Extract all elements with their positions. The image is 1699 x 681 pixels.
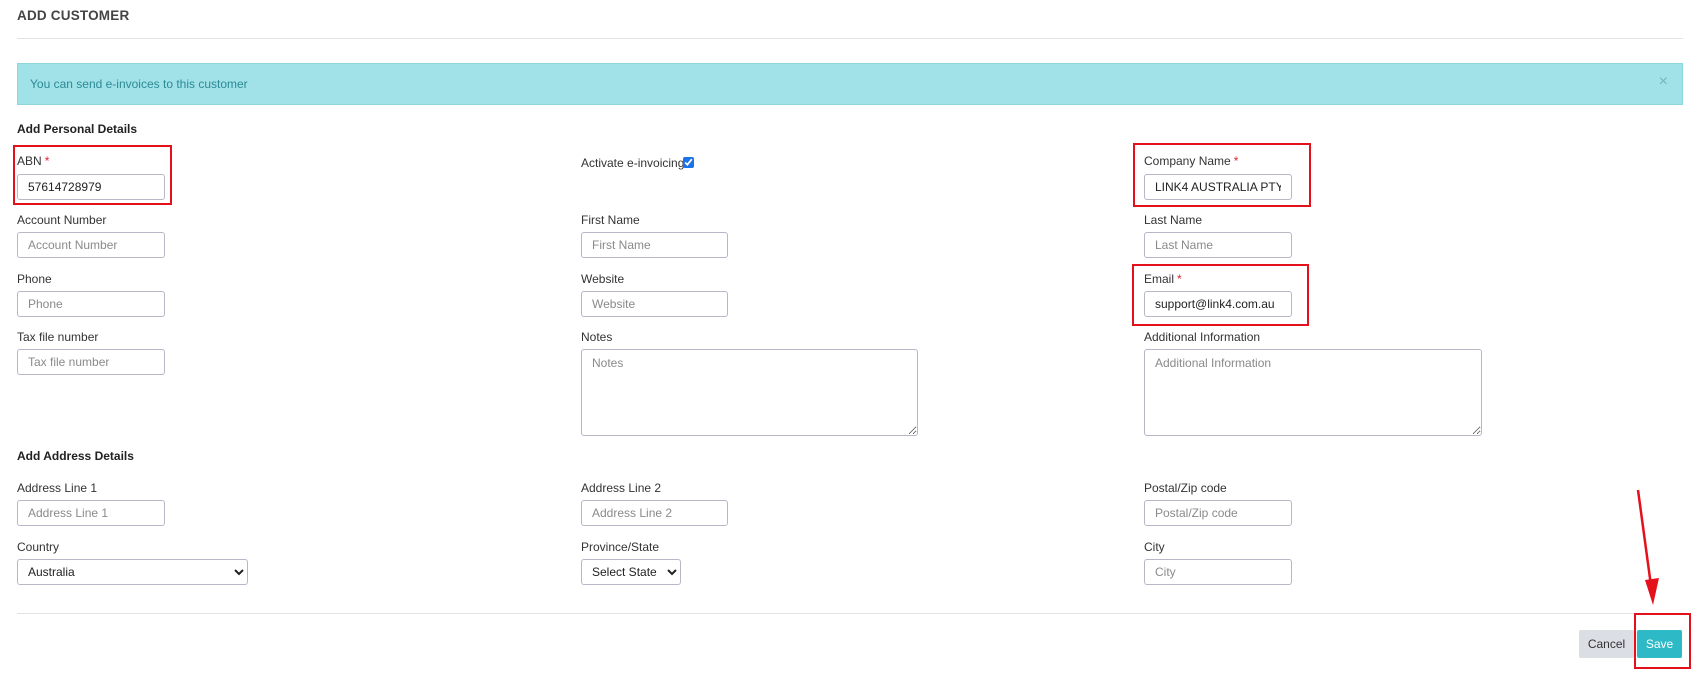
- phone-input[interactable]: [17, 291, 165, 317]
- address-line1-label: Address Line 1: [17, 481, 98, 495]
- first-name-input[interactable]: [581, 232, 728, 258]
- website-label: Website: [581, 272, 625, 286]
- phone-label: Phone: [17, 272, 52, 286]
- info-alert: You can send e-invoices to this customer…: [17, 63, 1683, 105]
- annotation-box-email: [1132, 264, 1309, 326]
- einvoicing-checkbox[interactable]: [683, 157, 694, 168]
- notes-label: Notes: [581, 330, 613, 344]
- last-name-label: Last Name: [1144, 213, 1203, 227]
- address-line2-label: Address Line 2: [581, 481, 662, 495]
- header-divider: [17, 38, 1683, 39]
- personal-details-heading: Add Personal Details: [17, 122, 138, 136]
- alert-message: You can send e-invoices to this customer: [30, 77, 248, 91]
- footer-divider: [17, 613, 1683, 614]
- country-label: Country: [17, 540, 60, 554]
- address-line2-input[interactable]: [581, 500, 728, 526]
- notes-textarea[interactable]: [581, 349, 918, 436]
- last-name-input[interactable]: [1144, 232, 1292, 258]
- page-title: ADD CUSTOMER: [17, 8, 130, 23]
- country-select[interactable]: Australia: [17, 559, 248, 585]
- additional-info-textarea[interactable]: [1144, 349, 1482, 436]
- tax-file-number-label: Tax file number: [17, 330, 99, 344]
- additional-info-label: Additional Information: [1144, 330, 1261, 344]
- province-state-select[interactable]: Select State: [581, 559, 681, 585]
- address-line1-input[interactable]: [17, 500, 165, 526]
- annotation-box-company-name: [1133, 143, 1311, 207]
- annotation-box-save: [1634, 613, 1691, 669]
- website-input[interactable]: [581, 291, 728, 317]
- city-input[interactable]: [1144, 559, 1292, 585]
- postal-code-label: Postal/Zip code: [1144, 481, 1227, 495]
- annotation-arrow-icon: [1636, 489, 1659, 605]
- tax-file-number-input[interactable]: [17, 349, 165, 375]
- account-number-input[interactable]: [17, 232, 165, 258]
- einvoicing-label: Activate e-invoicing: [581, 156, 685, 170]
- annotation-box-abn: [13, 145, 172, 205]
- city-label: City: [1144, 540, 1165, 554]
- address-details-heading: Add Address Details: [17, 449, 134, 463]
- cancel-button[interactable]: Cancel: [1579, 630, 1634, 658]
- close-icon[interactable]: ×: [1659, 74, 1668, 90]
- first-name-label: First Name: [581, 213, 640, 227]
- postal-code-input[interactable]: [1144, 500, 1292, 526]
- account-number-label: Account Number: [17, 213, 107, 227]
- province-state-label: Province/State: [581, 540, 660, 554]
